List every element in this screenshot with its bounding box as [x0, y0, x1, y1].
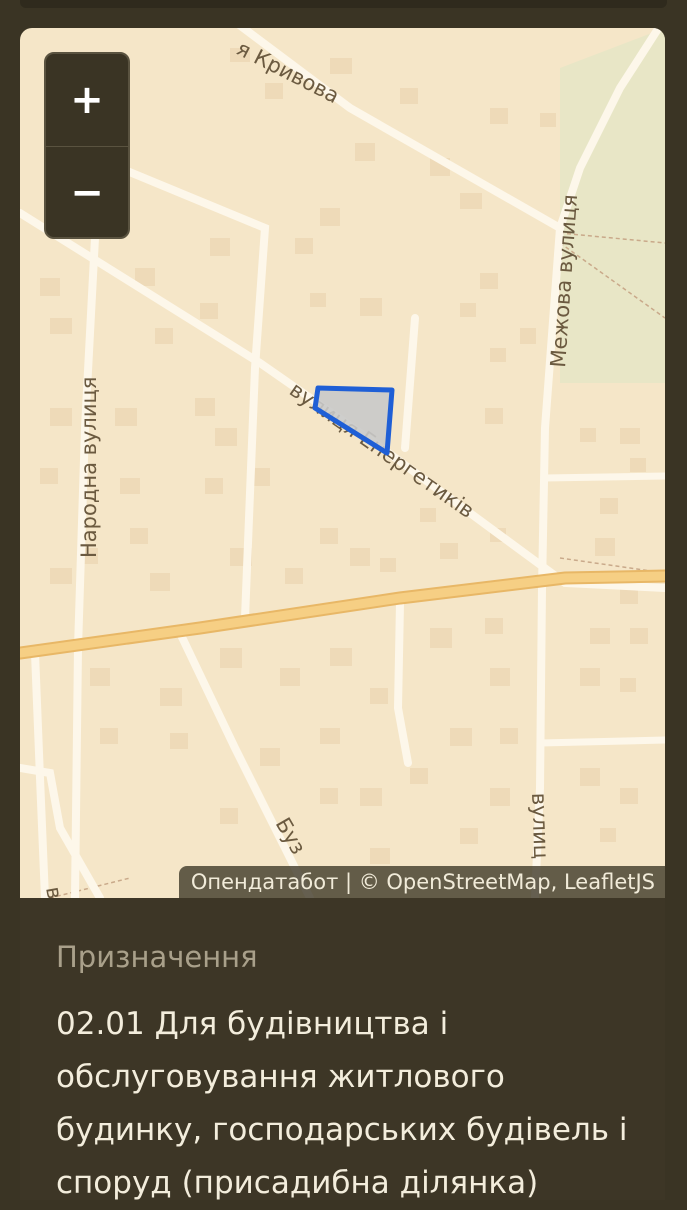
info-card: Призначення 02.01 Для будівництва і обсл…: [20, 898, 665, 1201]
map-attribution[interactable]: Опендатабот | © OpenStreetMap, LeafletJS: [178, 866, 665, 898]
street-label-vulyts: вулиц: [527, 792, 553, 859]
street-label-narodna: Народна вулиця: [77, 377, 101, 558]
map[interactable]: я Кривова Межова вулиця Народна вулиця в…: [20, 28, 665, 898]
street-label-kryvova: я Кривова: [233, 36, 343, 108]
purpose-value: 02.01 Для будівництва і обслуговування ж…: [56, 1006, 628, 1201]
purpose-label: Призначення: [56, 940, 258, 974]
zoom-out-button[interactable]: −: [46, 147, 128, 237]
zoom-control: + −: [44, 52, 130, 239]
zoom-in-button[interactable]: +: [46, 54, 128, 146]
top-strip: [20, 0, 667, 8]
